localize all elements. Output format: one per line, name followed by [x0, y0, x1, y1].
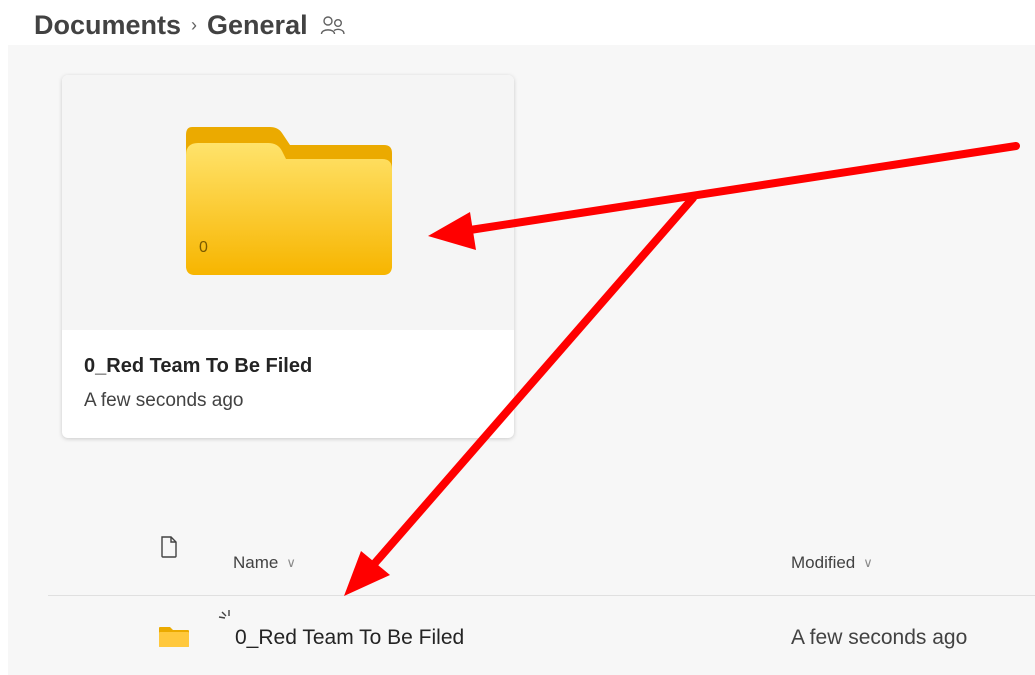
folder-thumbnail[interactable]: 0: [62, 75, 514, 330]
column-header-modified[interactable]: Modified ∨: [791, 553, 873, 573]
column-header-name[interactable]: Name ∨: [233, 553, 296, 573]
folder-tile[interactable]: 0 0_Red Team To Be Filed A few seconds a…: [62, 75, 514, 438]
chevron-down-icon: ∨: [286, 555, 296, 570]
sparkle-icon: [218, 610, 230, 619]
folder-icon: [186, 127, 392, 275]
breadcrumb: Documents › General: [34, 10, 346, 41]
file-modified: A few seconds ago: [791, 626, 968, 649]
folder-item-count: 0: [199, 239, 208, 256]
folder-icon: [159, 627, 189, 647]
document-icon[interactable]: [160, 536, 178, 558]
folder-tile-name[interactable]: 0_Red Team To Be Filed: [84, 355, 312, 378]
chevron-down-icon: ∨: [863, 555, 873, 570]
people-icon[interactable]: [320, 14, 346, 38]
breadcrumb-documents[interactable]: Documents: [34, 10, 181, 41]
folder-tile-modified: A few seconds ago: [84, 390, 244, 411]
list-header: Name ∨ Modified ∨: [48, 533, 1035, 596]
file-name-link[interactable]: 0_Red Team To Be Filed: [235, 626, 464, 650]
table-row[interactable]: 0_Red Team To Be Filed A few seconds ago: [48, 596, 1035, 675]
breadcrumb-general[interactable]: General: [207, 10, 308, 41]
breadcrumb-separator: ›: [191, 15, 198, 35]
